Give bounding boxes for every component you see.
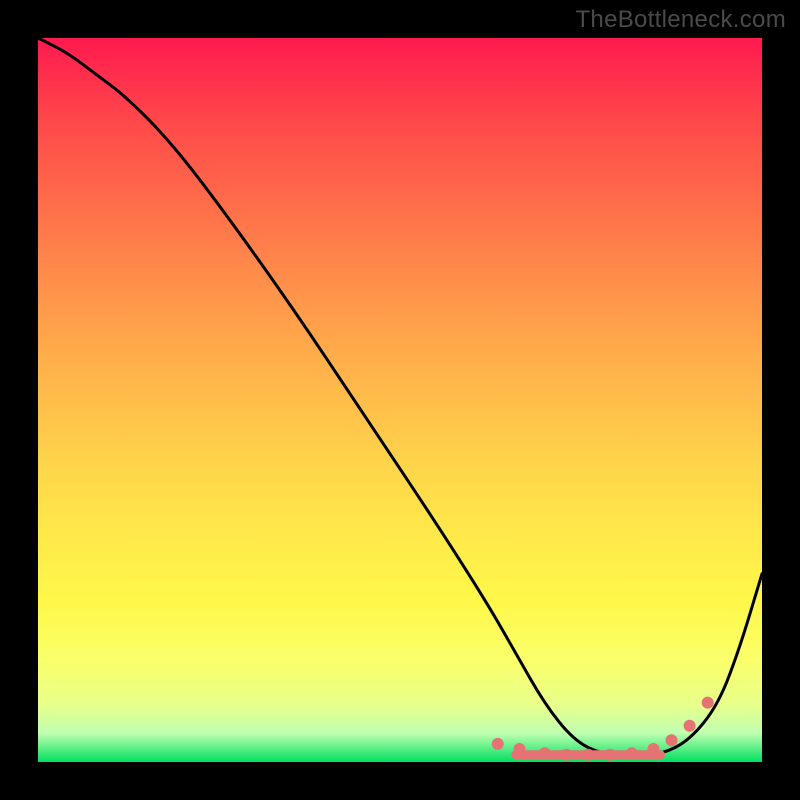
highlight-dot: [684, 720, 696, 732]
curve-svg: [38, 38, 762, 762]
highlight-dot: [492, 738, 504, 750]
highlight-dot: [626, 747, 638, 759]
plot-area: [38, 38, 762, 762]
watermark-text: TheBottleneck.com: [575, 6, 786, 34]
highlight-dot: [702, 697, 714, 709]
bottleneck-curve: [38, 38, 762, 755]
highlight-dot: [514, 743, 526, 755]
highlight-dot: [539, 747, 551, 759]
highlight-dot: [582, 749, 594, 761]
highlight-dot: [561, 749, 573, 761]
highlight-dot: [604, 749, 616, 761]
highlight-dot: [666, 734, 678, 746]
chart-frame: TheBottleneck.com: [0, 0, 800, 800]
highlight-dot: [647, 743, 659, 755]
